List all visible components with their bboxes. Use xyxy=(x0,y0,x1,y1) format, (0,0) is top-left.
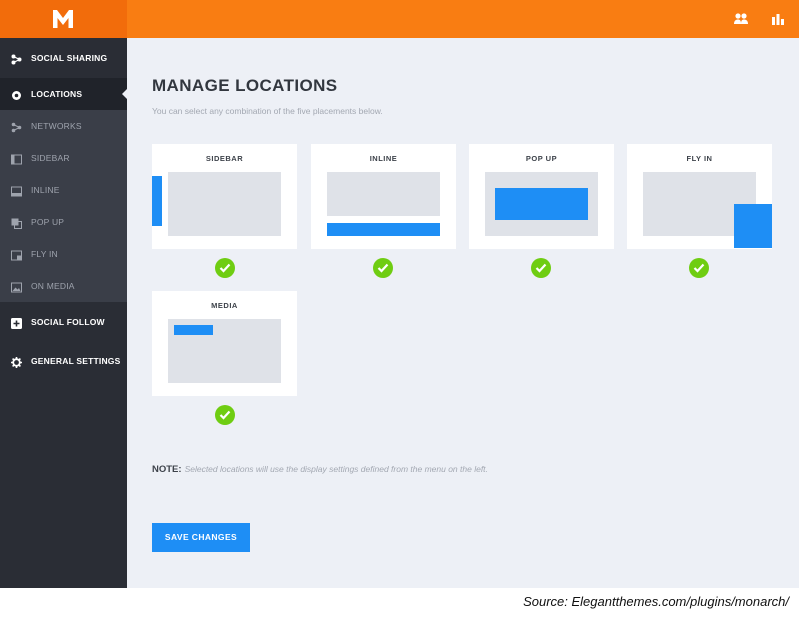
card-title: FLY IN xyxy=(686,154,713,163)
popup-icon xyxy=(11,216,22,229)
share-icon xyxy=(11,52,22,65)
page-subtitle: You can select any combination of the fi… xyxy=(152,106,383,116)
inline-icon xyxy=(11,184,22,197)
sidebar-item-pop-up[interactable]: POP UP xyxy=(0,206,127,238)
sidebar-item-label: SOCIAL SHARING xyxy=(31,53,108,63)
checkmark-icon[interactable] xyxy=(373,258,393,278)
sidebar-item-networks[interactable]: NETWORKS xyxy=(0,110,127,142)
flyin-icon xyxy=(11,248,22,261)
sidebar-item-label: INLINE xyxy=(31,185,60,195)
sidebar-item-social-follow[interactable]: SOCIAL FOLLOW xyxy=(0,306,127,338)
card-title: INLINE xyxy=(369,154,398,163)
location-card-fly-in[interactable]: FLY IN xyxy=(627,144,772,249)
users-icon[interactable] xyxy=(733,11,749,27)
sidebar: SOCIAL SHARING LOCATIONS NETWORKS SIDEBA… xyxy=(0,38,128,588)
preview-sidebar-bar xyxy=(152,176,162,226)
location-card-media[interactable]: MEDIA xyxy=(152,291,297,396)
note: NOTE: Selected locations will use the dis… xyxy=(152,464,488,475)
save-changes-button[interactable]: SAVE CHANGES xyxy=(152,523,250,552)
sidebar-item-fly-in[interactable]: FLY IN xyxy=(0,238,127,270)
sidebar-item-label: POP UP xyxy=(31,217,65,227)
preview-page xyxy=(168,172,281,236)
gear-icon xyxy=(11,355,22,368)
location-card-inline[interactable]: INLINE xyxy=(311,144,456,249)
plus-icon xyxy=(11,316,22,329)
app-window: SOCIAL SHARING LOCATIONS NETWORKS SIDEBA… xyxy=(0,0,799,588)
top-bar xyxy=(0,0,799,38)
note-label: NOTE: xyxy=(152,464,182,475)
page-title: MANAGE LOCATIONS xyxy=(152,76,338,95)
sidebar-item-label: NETWORKS xyxy=(31,121,82,131)
sidebar-item-label: LOCATIONS xyxy=(31,89,83,99)
stats-icon[interactable] xyxy=(770,11,786,27)
note-text: Selected locations will use the display … xyxy=(184,464,488,474)
sidebar-item-inline[interactable]: INLINE xyxy=(0,174,127,206)
preview-popup-box xyxy=(495,188,588,220)
checkmark-icon[interactable] xyxy=(215,405,235,425)
sidebar-item-label: FLY IN xyxy=(31,249,58,259)
location-card-pop-up[interactable]: POP UP xyxy=(469,144,614,249)
checkmark-icon[interactable] xyxy=(215,258,235,278)
sidebar-item-label: SIDEBAR xyxy=(31,153,70,163)
checkmark-icon[interactable] xyxy=(531,258,551,278)
sidebar-item-social-sharing[interactable]: SOCIAL SHARING xyxy=(0,42,127,74)
preview-inline-bar xyxy=(327,223,440,236)
network-icon xyxy=(11,120,22,133)
sidebar-item-label: SOCIAL FOLLOW xyxy=(31,317,105,327)
sidebar-icon xyxy=(11,152,22,165)
sidebar-item-on-media[interactable]: ON MEDIA xyxy=(0,270,127,302)
location-pin-icon xyxy=(11,88,22,100)
checkmark-icon[interactable] xyxy=(689,258,709,278)
preview-media-bar xyxy=(174,325,213,335)
card-title: POP UP xyxy=(525,154,558,163)
preview-page xyxy=(327,172,440,216)
sidebar-item-general-settings[interactable]: GENERAL SETTINGS xyxy=(0,345,127,377)
preview-flyin-box xyxy=(734,204,772,248)
card-title: SIDEBAR xyxy=(205,154,244,163)
source-caption: Source: Elegantthemes.com/plugins/monarc… xyxy=(523,594,789,609)
sidebar-item-sidebar[interactable]: SIDEBAR xyxy=(0,142,127,174)
monarch-logo-icon xyxy=(53,10,73,28)
sidebar-item-locations[interactable]: LOCATIONS xyxy=(0,78,128,110)
logo[interactable] xyxy=(0,0,127,38)
sidebar-item-label: ON MEDIA xyxy=(31,281,75,291)
sidebar-item-label: GENERAL SETTINGS xyxy=(31,356,121,366)
card-title: MEDIA xyxy=(211,301,238,310)
location-card-sidebar[interactable]: SIDEBAR xyxy=(152,144,297,249)
media-icon xyxy=(11,280,22,293)
